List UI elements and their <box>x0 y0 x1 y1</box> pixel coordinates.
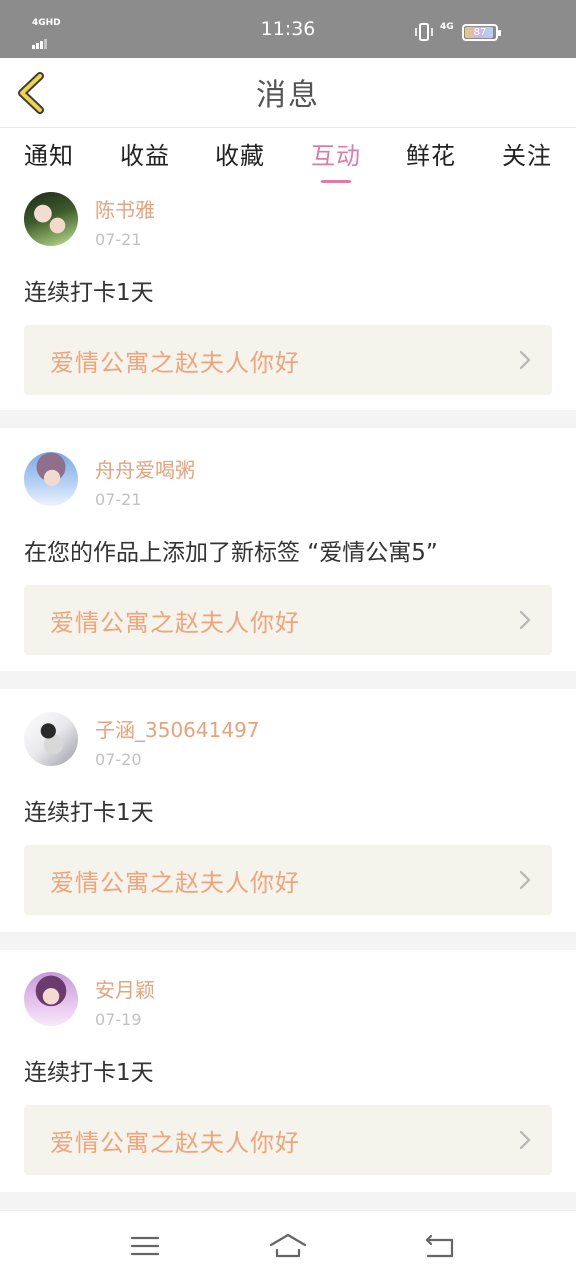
work-link-card[interactable]: 爱情公寓之赵夫人你好 <box>24 325 552 395</box>
network-4g-label: 4G <box>440 22 454 32</box>
menu-icon[interactable] <box>127 1231 163 1261</box>
message-text: 连续打卡1天 <box>24 1060 154 1086</box>
divider <box>0 932 576 950</box>
username[interactable]: 舟舟爱喝粥 <box>95 454 195 483</box>
timestamp: 07-20 <box>95 750 142 769</box>
tab-notifications[interactable]: 通知 <box>1 136 97 171</box>
active-tab-indicator <box>321 180 351 183</box>
chevron-right-icon <box>519 870 531 890</box>
tab-favorites[interactable]: 收藏 <box>192 136 288 171</box>
list-item: 舟舟爱喝粥 07-21 在您的作品上添加了新标签 “爱情公寓5” 爱情公寓之赵夫… <box>0 428 576 671</box>
divider <box>0 410 576 428</box>
battery-percent: 87 <box>473 27 487 38</box>
system-nav-bar <box>0 1210 576 1280</box>
list-item: 安月颖 07-19 连续打卡1天 爱情公寓之赵夫人你好 <box>0 950 576 1192</box>
avatar[interactable] <box>24 452 78 506</box>
vibrate-icon <box>415 23 433 41</box>
battery-icon: 87 <box>462 24 501 41</box>
message-text: 连续打卡1天 <box>24 280 154 306</box>
chevron-right-icon <box>519 1130 531 1150</box>
work-link-card[interactable]: 爱情公寓之赵夫人你好 <box>24 585 552 655</box>
tab-flowers[interactable]: 鲜花 <box>383 136 479 171</box>
return-icon[interactable] <box>422 1231 458 1261</box>
username[interactable]: 子涵_350641497 <box>95 714 260 743</box>
avatar[interactable] <box>24 972 78 1026</box>
work-title: 爱情公寓之赵夫人你好 <box>50 349 300 377</box>
username[interactable]: 安月颖 <box>95 974 155 1003</box>
message-text: 在您的作品上添加了新标签 “爱情公寓5” <box>24 540 438 566</box>
list-item: 子涵_350641497 07-20 连续打卡1天 爱情公寓之赵夫人你好 <box>0 689 576 932</box>
work-link-card[interactable]: 爱情公寓之赵夫人你好 <box>24 1105 552 1175</box>
tab-interactions[interactable]: 互动 <box>288 136 384 171</box>
timestamp: 07-21 <box>95 490 142 509</box>
tab-bar: 通知 收益 收藏 互动 鲜花 关注 <box>0 128 576 188</box>
divider <box>0 1192 576 1210</box>
chevron-right-icon <box>519 350 531 370</box>
status-bar: 4GHD 11:36 4G 87 <box>0 0 576 58</box>
home-icon[interactable] <box>268 1231 308 1261</box>
chevron-right-icon <box>519 610 531 630</box>
work-link-card[interactable]: 爱情公寓之赵夫人你好 <box>24 845 552 915</box>
avatar[interactable] <box>24 712 78 766</box>
avatar[interactable] <box>24 192 78 246</box>
username[interactable]: 陈书雅 <box>95 194 155 223</box>
page-title: 消息 <box>256 78 320 113</box>
list-item: 陈书雅 07-21 连续打卡1天 爱情公寓之赵夫人你好 <box>0 188 576 410</box>
message-text: 连续打卡1天 <box>24 800 154 826</box>
tab-earnings[interactable]: 收益 <box>97 136 193 171</box>
tab-following[interactable]: 关注 <box>479 136 575 171</box>
timestamp: 07-21 <box>95 230 142 249</box>
divider <box>0 671 576 689</box>
work-title: 爱情公寓之赵夫人你好 <box>50 609 300 637</box>
work-title: 爱情公寓之赵夫人你好 <box>50 869 300 897</box>
work-title: 爱情公寓之赵夫人你好 <box>50 1129 300 1157</box>
timestamp: 07-19 <box>95 1010 142 1029</box>
app-header: 消息 <box>0 58 576 128</box>
